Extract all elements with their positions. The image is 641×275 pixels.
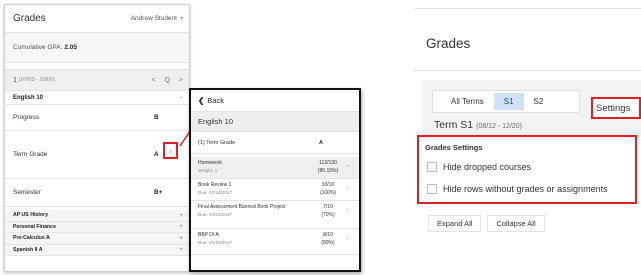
score: 8/10: [323, 232, 333, 238]
assignment-row[interactable]: Final Assessment Banned Book Project Due…: [191, 201, 359, 229]
gpa-row: Cumulative GPA: 2.05: [5, 33, 189, 63]
course-name: Personal Finance: [13, 223, 56, 230]
option-label: Hide dropped courses: [443, 162, 532, 172]
percent: (80%): [321, 239, 335, 246]
course-row[interactable]: Pre-Calculus A +: [5, 233, 189, 245]
course-name: English 10: [13, 94, 44, 101]
score: 10/10: [321, 182, 335, 188]
back-button[interactable]: ❮ Back: [191, 90, 359, 112]
expand-icon[interactable]: +: [179, 212, 183, 219]
grade-row: Semester B+: [5, 179, 189, 207]
page-title: Grades: [426, 36, 471, 51]
grade-label: Semester: [13, 189, 41, 196]
assignment-detail-popup: ❮ Back English 10 (1) Term Grade A Homew…: [189, 88, 361, 272]
expand-icon[interactable]: +: [179, 223, 183, 230]
assignment-score: 7/10 (70%): [315, 204, 341, 219]
chevron-right-icon: ›: [169, 145, 172, 156]
option-label: Hide rows without grades or assignments: [443, 184, 608, 194]
gpa-label: Cumulative GPA:: [13, 44, 63, 51]
term-q-button[interactable]: Q: [164, 77, 169, 84]
course-name: Spanish II A: [13, 246, 43, 253]
divider: [414, 8, 641, 9]
tab-all-terms[interactable]: All Terms: [441, 93, 494, 110]
grades-panel: Grades Andrew Student ▾ Cumulative GPA: …: [4, 4, 190, 272]
collapse-all-button[interactable]: Collapse All: [487, 215, 545, 232]
collapse-icon[interactable]: −: [179, 95, 183, 101]
settings-label: Settings: [596, 102, 631, 114]
hide-empty-rows-option[interactable]: Hide rows without grades or assignments: [427, 184, 608, 194]
grade-label: Term Grade: [13, 151, 48, 158]
chevron-right-icon: ›: [346, 207, 349, 214]
chevron-right-icon: ›: [346, 235, 349, 242]
percent: (86.15%): [317, 167, 339, 174]
course-name: English 10: [198, 117, 234, 126]
category-row[interactable]: Homework Weight: 1 112/130 (86.15%) −: [191, 157, 359, 179]
expand-collapse-buttons: Expand All Collapse All: [428, 215, 545, 232]
tab-s2[interactable]: S2: [524, 93, 554, 110]
back-label: Back: [207, 96, 224, 105]
course-row[interactable]: AP US History +: [5, 210, 189, 222]
popup-term-grade-row: (1) Term Grade A: [191, 132, 359, 154]
term-heading: Term S1 (08/12 - 12/20): [434, 119, 522, 131]
term-grade-value: A: [319, 139, 323, 146]
grade-value: A: [154, 151, 159, 158]
popup-course-title: English 10: [191, 112, 359, 132]
expand-icon[interactable]: +: [179, 235, 183, 242]
term-range: (07/03 - 10/06): [18, 77, 55, 83]
collapse-icon[interactable]: −: [346, 163, 350, 170]
assignment-row[interactable]: BBP DI A Due: 07/19/2017 8/10 (80%) ›: [191, 229, 359, 255]
grade-row: Progress B: [5, 105, 189, 131]
assignment-row[interactable]: Book Review 1 Due: 07/24/2017 10/10 (100%…: [191, 179, 359, 201]
course-row[interactable]: Personal Finance +: [5, 221, 189, 233]
course-name: Pre-Calculus A: [13, 235, 50, 242]
gpa-value: 2.05: [64, 44, 78, 51]
grades-settings-heading: Grades Settings: [425, 143, 483, 152]
category-score: 112/130 (86.15%): [315, 160, 341, 175]
assignment-score: 10/10 (100%): [315, 182, 341, 197]
course-row[interactable]: Spanish II A +: [5, 244, 189, 256]
score: 112/130: [319, 160, 337, 166]
chevron-right-icon: ›: [346, 185, 349, 192]
percent: (100%): [319, 189, 337, 196]
chevron-down-icon: ▾: [179, 16, 183, 22]
expand-all-button[interactable]: Expand All: [428, 215, 482, 232]
course-header[interactable]: English 10 −: [5, 91, 189, 105]
term-label: 1: [13, 76, 17, 84]
prev-term-button[interactable]: <: [151, 77, 155, 84]
term-nav: < Q >: [151, 77, 183, 84]
term-row: 1 (07/03 - 10/06) < Q >: [5, 69, 189, 91]
term-label: Term S1: [434, 119, 474, 131]
term-grade-label: (1) Term Grade: [198, 139, 236, 146]
page-title: Grades: [13, 13, 46, 24]
settings-button[interactable]: Settings: [591, 97, 641, 119]
chevron-left-icon: ❮: [198, 96, 205, 105]
course-name: AP US History: [13, 212, 49, 219]
checkbox[interactable]: [427, 162, 437, 172]
grades-header: Grades Andrew Student ▾: [5, 5, 189, 33]
expand-icon[interactable]: +: [179, 246, 183, 253]
student-selector[interactable]: Andrew Student: [131, 15, 177, 22]
tab-s1[interactable]: S1: [493, 93, 524, 110]
divider: [414, 70, 641, 71]
term-grade-detail-button[interactable]: ›: [163, 142, 178, 159]
grade-label: Progress: [13, 114, 40, 121]
grade-value: B: [154, 114, 159, 121]
next-term-button[interactable]: >: [179, 77, 183, 84]
grade-value: B+: [154, 189, 163, 196]
term-range: (08/12 - 12/20): [476, 123, 523, 130]
grades-settings-box: Grades Settings Hide dropped courses Hid…: [417, 135, 637, 204]
checkbox[interactable]: [427, 184, 437, 194]
term-tabs: All Terms S1 S2: [432, 90, 580, 113]
assignment-score: 8/10 (80%): [315, 232, 341, 247]
percent: (70%): [321, 211, 335, 218]
hide-dropped-courses-option[interactable]: Hide dropped courses: [427, 162, 531, 172]
screenshot-root: Grades Andrew Student ▾ Cumulative GPA: …: [0, 0, 641, 275]
score: 7/10: [323, 204, 333, 210]
